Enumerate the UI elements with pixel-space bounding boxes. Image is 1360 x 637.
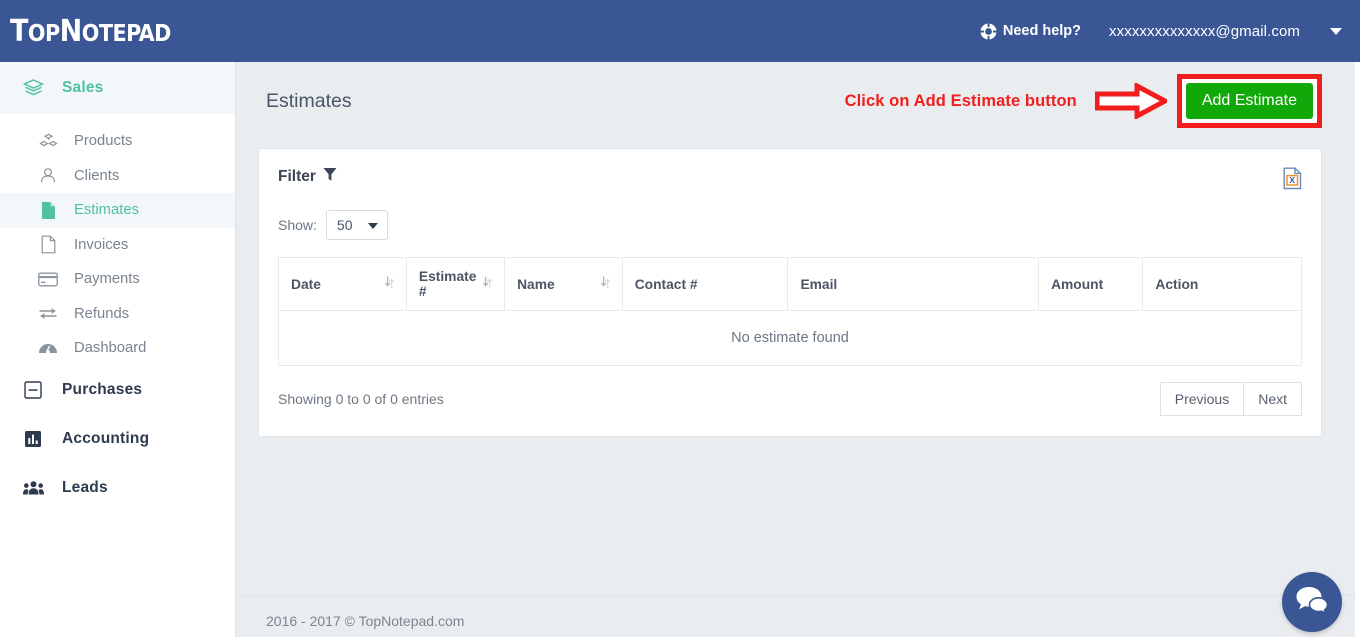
sidebar-section-purchases[interactable]: Purchases bbox=[0, 366, 235, 415]
column-header-email[interactable]: Email bbox=[787, 257, 1040, 311]
sidebar-item-label: Estimates bbox=[74, 202, 139, 219]
sidebar-item-label: Products bbox=[74, 133, 133, 150]
add-estimate-highlight-box: Add Estimate bbox=[1176, 74, 1322, 128]
chevron-down-icon bbox=[1330, 27, 1342, 35]
sidebar-item-label: Payments bbox=[74, 271, 140, 288]
sidebar-item-payments[interactable]: Payments bbox=[0, 262, 235, 297]
funnel-icon bbox=[323, 167, 337, 187]
annotation-group: Click on Add Estimate button Add Estimat… bbox=[845, 74, 1322, 128]
show-entries-label: Show: bbox=[278, 217, 317, 233]
app-logo[interactable]: TOPNOTEPAD bbox=[0, 14, 236, 49]
credit-card-icon bbox=[35, 272, 61, 287]
estimates-card: Filter X Show: 50 Date Estimate # Name C… bbox=[258, 148, 1322, 437]
annotation-text: Click on Add Estimate button bbox=[844, 91, 1077, 110]
filter-toggle[interactable]: Filter bbox=[278, 167, 337, 187]
column-label: Contact # bbox=[634, 276, 698, 292]
sidebar-item-label: Dashboard bbox=[74, 340, 147, 357]
column-label: Action bbox=[1155, 276, 1199, 292]
sidebar-section-label: Leads bbox=[62, 479, 108, 496]
column-header-contact-number[interactable]: Contact # bbox=[621, 257, 789, 311]
pagination-next-button[interactable]: Next bbox=[1244, 382, 1302, 416]
need-help-button[interactable]: Need help? bbox=[979, 22, 1082, 40]
pagination-previous-button[interactable]: Previous bbox=[1159, 382, 1245, 416]
exchange-icon bbox=[35, 306, 61, 321]
minus-square-icon bbox=[18, 381, 48, 399]
sidebar-item-dashboard[interactable]: Dashboard bbox=[0, 331, 235, 366]
page-header: Estimates Click on Add Estimate button A… bbox=[236, 62, 1360, 140]
sidebar-item-label: Invoices bbox=[74, 236, 129, 253]
sidebar-section-label: Accounting bbox=[62, 430, 150, 447]
file-icon bbox=[35, 201, 61, 220]
users-icon bbox=[18, 480, 48, 496]
sidebar-item-clients[interactable]: Clients bbox=[0, 159, 235, 194]
copyright-text: 2016 - 2017 © TopNotepad.com bbox=[266, 613, 465, 629]
entries-info: Showing 0 to 0 of 0 entries bbox=[278, 391, 444, 407]
sort-icon bbox=[384, 276, 395, 292]
top-header-bar: TOPNOTEPAD Need help? xxxxxxxxxxxxxx@gma… bbox=[0, 0, 1360, 62]
sidebar-group-label: Sales bbox=[62, 79, 104, 96]
user-email-menu[interactable]: xxxxxxxxxxxxxx@gmail.com bbox=[1109, 23, 1300, 40]
table-head: Date Estimate # Name Contact # Email Amo… bbox=[278, 257, 1302, 311]
sidebar-section-leads[interactable]: Leads bbox=[0, 464, 235, 513]
user-menu-toggle[interactable] bbox=[1330, 27, 1342, 35]
export-excel-button[interactable]: X bbox=[1283, 167, 1302, 190]
estimates-table: Date Estimate # Name Contact # Email Amo… bbox=[278, 257, 1302, 366]
sidebar-item-estimates[interactable]: Estimates bbox=[0, 193, 235, 228]
sidebar-item-refunds[interactable]: Refunds bbox=[0, 297, 235, 332]
column-label: Amount bbox=[1051, 276, 1104, 292]
sidebar-section-label: Purchases bbox=[62, 381, 143, 398]
column-label: Date bbox=[291, 276, 321, 292]
chat-bubbles-icon bbox=[1295, 585, 1329, 620]
pagination: Previous Next bbox=[1159, 382, 1302, 416]
sidebar-section-accounting[interactable]: Accounting bbox=[0, 415, 235, 464]
column-header-action[interactable]: Action bbox=[1142, 257, 1302, 311]
chat-widget-button[interactable] bbox=[1282, 572, 1342, 632]
empty-message: No estimate found bbox=[278, 310, 1302, 366]
table-footer: Showing 0 to 0 of 0 entries Previous Nex… bbox=[278, 382, 1302, 416]
show-entries-select[interactable]: 50 bbox=[325, 210, 388, 240]
tachometer-icon bbox=[35, 340, 61, 356]
user-circle-icon bbox=[35, 167, 61, 184]
chevron-down-icon bbox=[367, 223, 378, 229]
table-empty-row: No estimate found bbox=[278, 310, 1302, 366]
column-header-date[interactable]: Date bbox=[278, 257, 407, 311]
page-footer: 2016 - 2017 © TopNotepad.com bbox=[236, 595, 1360, 637]
column-label: Name bbox=[517, 276, 555, 292]
add-estimate-button[interactable]: Add Estimate bbox=[1185, 83, 1313, 119]
life-ring-icon bbox=[979, 22, 997, 40]
sort-icon bbox=[483, 276, 493, 292]
sidebar-item-invoices[interactable]: Invoices bbox=[0, 228, 235, 263]
annotation-arrow-icon bbox=[1094, 83, 1167, 119]
sidebar-nav: Sales Products Clients Estimates Invoice… bbox=[0, 62, 236, 637]
need-help-label: Need help? bbox=[1002, 23, 1082, 39]
sidebar-group-sales[interactable]: Sales bbox=[0, 62, 235, 114]
file-outline-icon bbox=[35, 235, 61, 254]
sidebar-item-label: Refunds bbox=[74, 305, 130, 322]
bar-chart-icon bbox=[18, 430, 48, 448]
column-header-amount[interactable]: Amount bbox=[1038, 257, 1144, 311]
column-label: Email bbox=[800, 276, 838, 292]
header-right-cluster: Need help? xxxxxxxxxxxxxx@gmail.com bbox=[979, 0, 1360, 62]
show-entries-value: 50 bbox=[336, 217, 353, 233]
card-toolbar: Filter X bbox=[278, 167, 1302, 190]
column-header-estimate-number[interactable]: Estimate # bbox=[405, 257, 506, 311]
right-edge-strip bbox=[1355, 62, 1360, 637]
page-title: Estimates bbox=[266, 89, 352, 112]
sidebar-item-products[interactable]: Products bbox=[0, 124, 235, 159]
table-header-row: Date Estimate # Name Contact # Email Amo… bbox=[278, 257, 1302, 311]
sidebar-item-label: Clients bbox=[74, 167, 120, 184]
filter-label: Filter bbox=[278, 168, 316, 185]
column-label: Estimate # bbox=[418, 269, 477, 299]
show-entries-row: Show: 50 bbox=[278, 210, 1302, 240]
app-root: TOPNOTEPAD Need help? xxxxxxxxxxxxxx@gma… bbox=[0, 0, 1360, 637]
column-header-name[interactable]: Name bbox=[504, 257, 623, 311]
svg-text:X: X bbox=[1289, 175, 1295, 185]
table-body: No estimate found bbox=[278, 310, 1302, 366]
cubes-icon bbox=[35, 133, 61, 150]
sort-icon bbox=[600, 276, 610, 292]
main-content: Estimates Click on Add Estimate button A… bbox=[236, 62, 1360, 637]
layers-icon bbox=[18, 78, 48, 98]
